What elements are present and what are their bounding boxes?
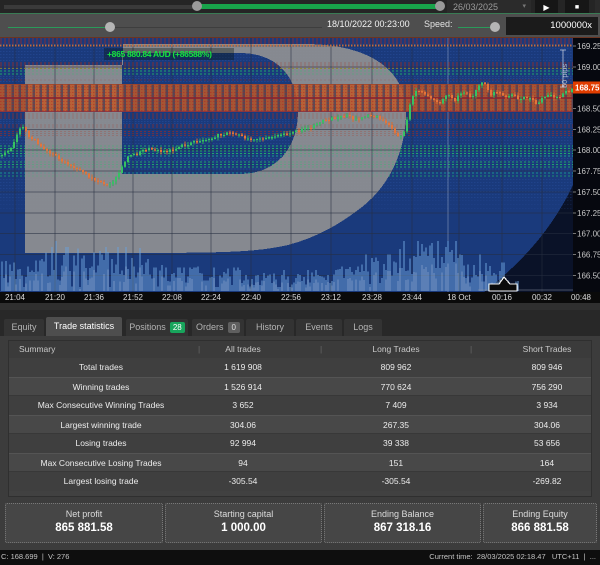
- svg-text:+865 880.84 AUD (+86588%): +865 880.84 AUD (+86588%): [107, 49, 212, 59]
- svg-text:166.50: 166.50: [577, 271, 600, 280]
- svg-text:22:56: 22:56: [281, 293, 302, 302]
- svg-text:00:16: 00:16: [492, 293, 513, 302]
- svg-text:168.00: 168.00: [577, 146, 600, 155]
- svg-text:167.00: 167.00: [577, 230, 600, 239]
- svg-text:23:28: 23:28: [362, 293, 383, 302]
- svg-text:00:32: 00:32: [532, 293, 553, 302]
- svg-text:21:52: 21:52: [123, 293, 144, 302]
- svg-text:168.75: 168.75: [575, 84, 600, 93]
- svg-text:167.50: 167.50: [577, 188, 600, 197]
- svg-text:00:48: 00:48: [571, 293, 592, 302]
- svg-text:169.00: 169.00: [577, 63, 600, 72]
- svg-text:168.25: 168.25: [577, 125, 600, 134]
- svg-text:166.75: 166.75: [577, 251, 600, 260]
- svg-text:22:24: 22:24: [201, 293, 222, 302]
- svg-text:22:40: 22:40: [241, 293, 262, 302]
- svg-text:169.25: 169.25: [577, 42, 600, 51]
- svg-text:168.50: 168.50: [577, 105, 600, 114]
- svg-text:50 pips: 50 pips: [560, 64, 569, 88]
- svg-text:23:12: 23:12: [321, 293, 342, 302]
- svg-text:21:04: 21:04: [5, 293, 26, 302]
- svg-text:21:36: 21:36: [84, 293, 105, 302]
- svg-text:22:08: 22:08: [162, 293, 183, 302]
- svg-text:21:20: 21:20: [45, 293, 66, 302]
- svg-text:167.25: 167.25: [577, 209, 600, 218]
- svg-text:167.75: 167.75: [577, 167, 600, 176]
- svg-text:18 Oct: 18 Oct: [447, 293, 471, 302]
- svg-text:23:44: 23:44: [402, 293, 423, 302]
